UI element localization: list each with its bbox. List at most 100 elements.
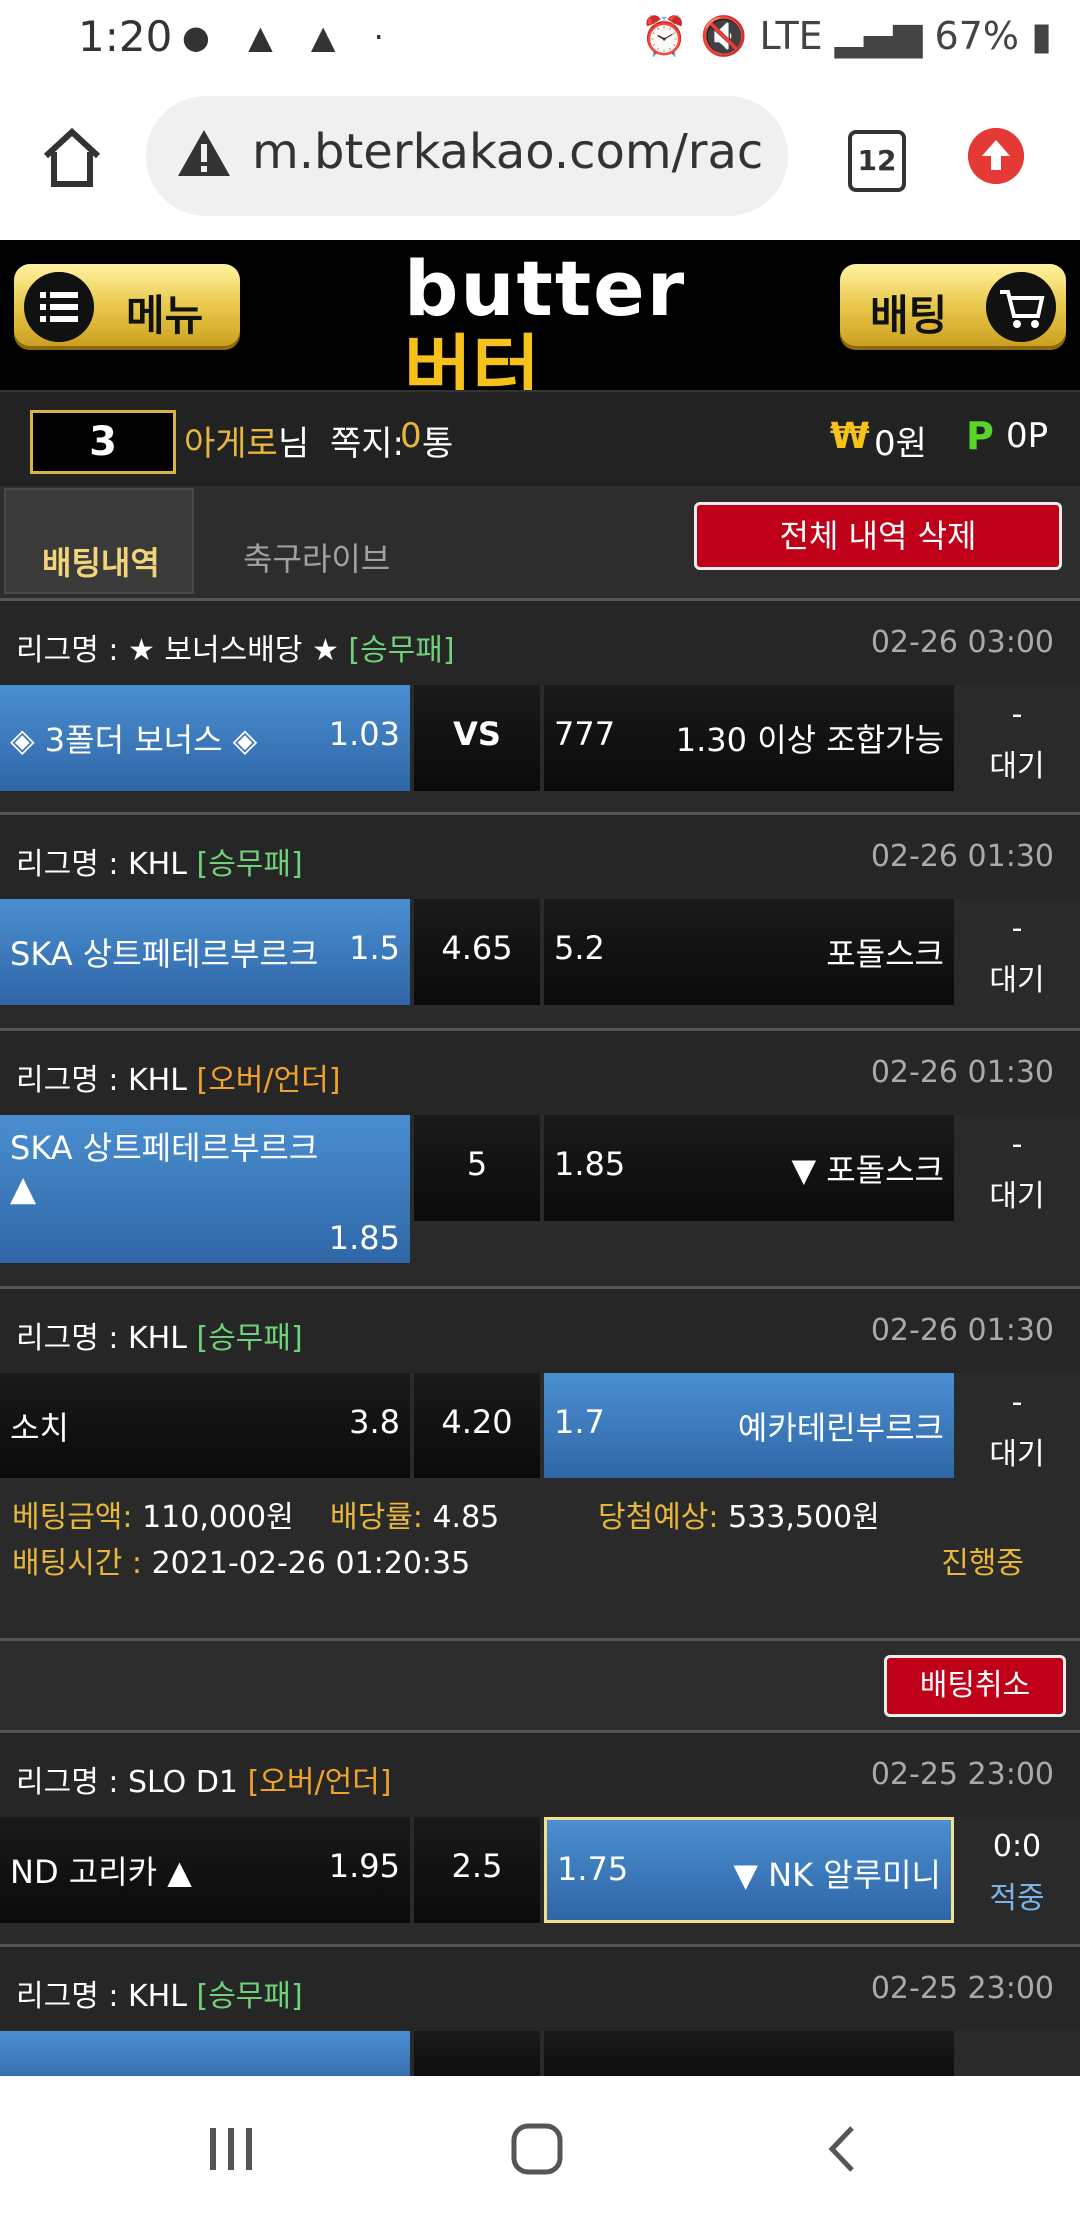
- home-nav-icon[interactable]: [510, 2122, 564, 2176]
- bet-summary: 베팅금액: 110,000원 배당률: 4.85 당첨예상: 533,500원 …: [0, 1478, 1080, 1628]
- home-icon[interactable]: [40, 126, 104, 190]
- line-cell[interactable]: 2.5: [414, 1817, 540, 1923]
- score: -: [1011, 697, 1023, 732]
- menu-label: 메뉴: [126, 291, 204, 340]
- match-time: 02-26 01:30: [870, 839, 1054, 874]
- home-selection[interactable]: SKA 상트페테르부르크 1.5: [0, 899, 410, 1005]
- clock: 1:20: [78, 12, 173, 61]
- bet-rate: 배당률: 4.85: [330, 1500, 500, 1535]
- user-name: 아게로: [184, 424, 278, 464]
- point-icon: P: [966, 414, 994, 458]
- menu-button[interactable]: 메뉴: [14, 264, 240, 350]
- result: 대기: [989, 749, 1045, 784]
- away-selection[interactable]: 1.85 ▼ 포돌스크: [544, 1115, 954, 1221]
- draw-cell[interactable]: [414, 2031, 540, 2076]
- away-odds: 1.75: [557, 1850, 629, 1888]
- draw-value: VS: [453, 715, 501, 753]
- bet-type: [승무패]: [196, 847, 303, 882]
- level-badge: 3: [30, 410, 176, 474]
- result: 대기: [989, 963, 1045, 998]
- home-selection[interactable]: SKA 상트페테르부르크 ▲ 1.85: [0, 1115, 410, 1263]
- bet-status: 0:0 적중: [958, 1817, 1076, 1923]
- update-icon[interactable]: [968, 128, 1024, 184]
- message-count[interactable]: 0: [400, 416, 422, 456]
- home-odds: 1.5: [349, 929, 400, 967]
- away-team: ▼ 포돌스크: [791, 1151, 944, 1189]
- away-selection[interactable]: 1.75 ▼ NK 알루미니: [544, 1817, 954, 1923]
- away-selection[interactable]: [544, 2031, 954, 2076]
- bet-amount: 베팅금액: 110,000원: [12, 1500, 294, 1535]
- league-header: 리그명 : KHL [승무패] 02-25 23:00: [0, 1944, 1080, 2031]
- back-icon[interactable]: [820, 2122, 864, 2176]
- point-balance: 0P: [1006, 416, 1049, 456]
- bet-type: [오버/언더]: [247, 1765, 392, 1800]
- status-bar: 1:20 ● ▲ ▲ · ⏰ 🔇 LTE ▂▄▆ 67% ▮: [0, 0, 1080, 80]
- score: -: [1011, 1127, 1023, 1162]
- bet-type: [오버/언더]: [196, 1063, 341, 1098]
- address-bar[interactable]: m.bterkakao.com/rac: [146, 96, 788, 216]
- line-cell[interactable]: 5: [414, 1115, 540, 1221]
- betslip-button[interactable]: 배팅: [840, 264, 1066, 350]
- score: 0:0: [992, 1829, 1042, 1864]
- battery-label: 67%: [934, 14, 1019, 58]
- draw-cell[interactable]: 4.20: [414, 1373, 540, 1479]
- tab-bet-history[interactable]: 배팅내역: [4, 488, 194, 594]
- menu-icon: [24, 272, 94, 342]
- bet-type: [승무패]: [348, 633, 455, 668]
- expected-win: 당첨예상: 533,500원: [598, 1500, 880, 1535]
- draw-cell[interactable]: 4.65: [414, 899, 540, 1005]
- match-row: [0, 2031, 1080, 2076]
- bet-status: - 대기: [958, 899, 1076, 1005]
- home-odds: 3.8: [349, 1403, 400, 1441]
- tab-bar: 배팅내역 축구라이브 전체 내역 삭제: [0, 486, 1080, 598]
- away-team: 포돌스크: [826, 935, 944, 973]
- league-header: 리그명 : ★ 보너스배당 ★ [승무패] 02-26 03:00: [0, 598, 1080, 685]
- away-selection[interactable]: 777 1.30 이상 조합가능: [544, 685, 954, 791]
- match-time: 02-25 23:00: [870, 1757, 1054, 1792]
- system-nav-bar: [0, 2076, 1080, 2220]
- league-name: 리그명 : SLO D1 [오버/언더]: [16, 1765, 392, 1800]
- cart-icon: [986, 272, 1056, 342]
- away-team: 1.30 이상 조합가능: [675, 721, 944, 759]
- delete-all-history-button[interactable]: 전체 내역 삭제: [694, 502, 1062, 570]
- score: -: [1011, 1385, 1023, 1420]
- warning-icon: [178, 130, 230, 176]
- away-odds: 1.85: [554, 1145, 626, 1183]
- tab-switcher-button[interactable]: 12: [848, 130, 906, 192]
- cancel-bet-button[interactable]: 배팅취소: [884, 1655, 1066, 1717]
- user-info-bar: 3 아게로 님 쪽지: 0 통 ₩ 0원 P 0P: [0, 390, 1080, 488]
- league-header: 리그명 : KHL [승무패] 02-26 01:30: [0, 812, 1080, 899]
- home-selection[interactable]: 소치 3.8: [0, 1373, 410, 1479]
- user-honorific: 님: [278, 424, 310, 464]
- away-selection[interactable]: 1.7 예카테린부르크: [544, 1373, 954, 1479]
- message-label[interactable]: 쪽지:: [330, 416, 404, 465]
- bet-type: [승무패]: [196, 1979, 303, 2014]
- home-team: 소치: [10, 1409, 69, 1447]
- home-team: ND 고리카 ▲: [10, 1853, 192, 1891]
- away-team: 예카테린부르크: [737, 1409, 944, 1447]
- league-name: 리그명 : ★ 보너스배당 ★ [승무패]: [16, 633, 455, 668]
- home-team: SKA 상트페테르부르크: [10, 1129, 319, 1167]
- bet-history-list: 리그명 : ★ 보너스배당 ★ [승무패] 02-26 03:00 ◈ 3폴더 …: [0, 598, 1080, 2076]
- match-time: 02-26 03:00: [870, 625, 1054, 660]
- tab-soccer-live[interactable]: 축구라이브: [243, 534, 390, 580]
- recent-apps-icon[interactable]: [206, 2124, 256, 2174]
- match-row: SKA 상트페테르부르크 ▲ 1.85 5 1.85 ▼ 포돌스크 - 대기: [0, 1115, 1080, 1275]
- money-balance: 0원: [874, 424, 927, 464]
- away-selection[interactable]: 5.2 포돌스크: [544, 899, 954, 1005]
- cancel-bar: 배팅취소: [0, 1638, 1080, 1735]
- system-icons: ⏰ 🔇 LTE ▂▄▆ 67% ▮: [640, 14, 1052, 58]
- score: -: [1011, 911, 1023, 946]
- bet-progress: 진행중: [941, 1546, 1024, 1581]
- home-selection[interactable]: ◈ 3폴더 보너스 ◈ 1.03: [0, 685, 410, 791]
- home-selection[interactable]: ND 고리카 ▲ 1.95: [0, 1817, 410, 1923]
- tab-bet-history-label: 배팅내역: [42, 544, 160, 582]
- match-row: ND 고리카 ▲ 1.95 2.5 1.75 ▼ NK 알루미니 0:0 적중: [0, 1817, 1080, 1947]
- league-name: 리그명 : KHL [승무패]: [16, 1321, 303, 1356]
- home-selection[interactable]: [0, 2031, 410, 2076]
- draw-cell[interactable]: VS: [414, 685, 540, 791]
- match-time: 02-25 23:00: [870, 1971, 1054, 2006]
- betslip-label: 배팅: [870, 291, 948, 340]
- home-team: SKA 상트페테르부르크: [10, 935, 319, 973]
- result: 적중: [989, 1881, 1045, 1916]
